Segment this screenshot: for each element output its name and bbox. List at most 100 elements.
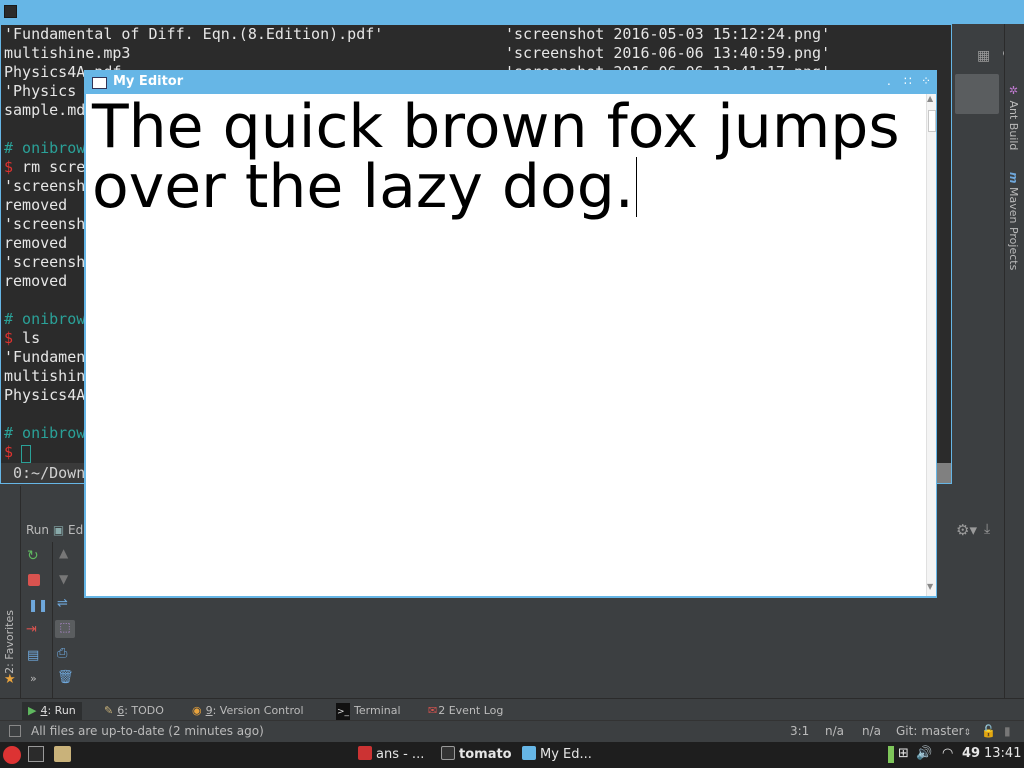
trash-icon[interactable]: 🗑 <box>57 670 74 685</box>
terminal-line: 'screensh <box>4 215 86 233</box>
line-separator-indicator[interactable]: n/a <box>825 724 844 738</box>
ide-selected-panel <box>955 74 999 114</box>
volume-level: 49 <box>962 746 981 761</box>
minimize-icon[interactable]: . <box>887 74 891 88</box>
terminal-line: 'screenshot 2016-06-06 13:40:59.png' <box>505 44 831 62</box>
close-icon[interactable]: ⁘ <box>921 74 931 88</box>
print-icon[interactable]: ⎙ <box>57 646 73 661</box>
my-editor-window[interactable]: My Editor . ∷ ⁘ The quick brown fox jump… <box>84 70 937 598</box>
network-tray-icon[interactable]: ⊞ <box>898 746 909 761</box>
scroll-end-icon[interactable]: ⬚ <box>55 620 75 638</box>
download-icon[interactable]: ⤓ <box>984 521 990 537</box>
run-panel-label: Run ▣ Ed <box>26 523 84 537</box>
pause-icon[interactable]: ❚❚ <box>28 598 48 612</box>
text-caret <box>635 157 637 217</box>
start-menu-icon[interactable] <box>3 746 21 764</box>
event-log-icon: ✉ <box>428 704 438 717</box>
structure-icon[interactable]: ▦ <box>977 48 990 64</box>
ide-right-lower <box>954 486 1004 698</box>
run-config-icon: ▣ <box>52 523 65 537</box>
task-ide[interactable]: ans - ... <box>358 745 424 765</box>
terminal-line: # onibrow <box>4 139 86 157</box>
layout-icon[interactable]: ▤ <box>27 648 43 663</box>
run-toolbar-secondary: ▲ ▼ ⇌ ⬚ ⎙ 🗑 <box>52 542 79 698</box>
tab-run[interactable]: ▶ 4: Run <box>22 702 82 720</box>
exit-icon[interactable]: ⇥ <box>26 622 42 637</box>
run-icon: ▶ <box>28 704 37 717</box>
lock-icon[interactable]: 🔓 <box>981 724 996 738</box>
run-toolbar-primary: ↻ ❚❚ ⇥ ▤ » <box>22 542 48 698</box>
task-terminal[interactable]: tomato <box>441 745 512 765</box>
terminal-line: multishine.mp3 <box>4 44 131 62</box>
rerun-icon[interactable]: ↻ <box>27 548 43 564</box>
intellij-icon <box>358 746 372 760</box>
up-arrow-icon[interactable]: ▲ <box>59 546 75 560</box>
down-arrow-icon[interactable]: ▼ <box>59 572 75 586</box>
terminal-task-icon <box>441 746 455 760</box>
ant-build-tab[interactable]: ✲ Ant Build <box>1007 84 1020 150</box>
star-icon: ★ <box>4 672 16 687</box>
maximize-icon[interactable]: ∷ <box>904 74 912 88</box>
encoding-indicator[interactable]: n/a <box>862 724 881 738</box>
file-manager-launcher-icon[interactable] <box>54 746 71 762</box>
battery-icon[interactable] <box>888 746 894 763</box>
terminal-line: Physics4A <box>4 386 86 404</box>
task-my-editor[interactable]: My Ed... <box>522 745 592 765</box>
terminal-line: 'Fundamen <box>4 348 86 366</box>
terminal-line: 'screenshot 2016-05-03 15:12:24.png' <box>505 25 831 43</box>
more-icon[interactable]: » <box>30 672 46 686</box>
stop-icon[interactable] <box>28 574 40 586</box>
tab-terminal[interactable]: >_ Terminal <box>336 702 401 721</box>
memory-indicator-icon[interactable]: ▮ <box>1004 724 1011 738</box>
volume-icon[interactable]: 🔊 <box>916 746 932 761</box>
wrap-icon[interactable]: ⇌ <box>57 596 73 611</box>
terminal-line: $ <box>4 443 13 462</box>
prompt-symbol: $ <box>4 329 14 347</box>
tmux-status-right <box>935 463 951 483</box>
editor-scrollbar[interactable]: ▲ ▼ <box>926 94 936 596</box>
terminal-launcher-icon[interactable] <box>28 746 44 762</box>
ant-icon: ✲ <box>1007 84 1020 97</box>
maven-projects-tab[interactable]: m Maven Projects <box>1007 172 1020 270</box>
chevron-updown-icon: ⇕ <box>963 728 972 738</box>
editor-task-icon <box>522 746 536 760</box>
scroll-down-icon[interactable]: ▼ <box>927 582 933 591</box>
gear-icon[interactable]: ⚙▾ <box>956 521 977 539</box>
todo-icon: ✎ <box>104 704 114 717</box>
right-tool-strip: ✲ Ant Build m Maven Projects <box>1004 24 1024 698</box>
clock[interactable]: 13:41 <box>984 746 1021 761</box>
terminal-line: # onibrow <box>4 310 86 328</box>
tab-version-control[interactable]: ◉ 9: Version Control <box>192 702 304 720</box>
scroll-up-icon[interactable]: ▲ <box>927 94 933 103</box>
taskbar <box>0 742 1024 768</box>
scrollbar-thumb[interactable] <box>928 110 936 132</box>
terminal-line: removed <box>4 272 68 290</box>
editor-title-bar[interactable]: My Editor . ∷ ⁘ <box>86 72 935 94</box>
vcs-icon: ◉ <box>192 704 202 717</box>
window-title: My Editor <box>113 74 184 89</box>
cursor-position[interactable]: 3:1 <box>790 724 809 738</box>
tab-event-log[interactable]: ✉2 Event Log <box>428 702 503 720</box>
editor-text-area[interactable]: The quick brown fox jumps over the lazy … <box>92 97 912 217</box>
tool-windows-toggle-icon[interactable] <box>9 725 21 737</box>
terminal-line: sample.md <box>4 101 86 119</box>
git-branch[interactable]: Git: master⇕ <box>896 724 971 738</box>
terminal-app-icon[interactable] <box>4 5 17 18</box>
terminal-cursor <box>21 445 31 463</box>
terminal-line: 'screensh <box>4 253 86 271</box>
prompt-symbol: $ <box>4 443 14 461</box>
terminal-line: 'Physics <box>4 82 77 100</box>
window-icon <box>92 77 107 89</box>
tab-todo[interactable]: ✎ 6: TODO <box>104 702 164 720</box>
wifi-icon[interactable]: ◠ <box>942 746 953 761</box>
terminal-line: $ ls <box>4 329 41 347</box>
terminal-line: multishin <box>4 367 86 385</box>
terminal-line: 'screensh <box>4 177 86 195</box>
terminal-line: $ rm scre <box>4 158 86 176</box>
terminal-line: # onibrow <box>4 424 86 442</box>
run-config-tab[interactable]: Ed <box>68 523 83 537</box>
prompt-symbol: $ <box>4 158 14 176</box>
status-message: All files are up-to-date (2 minutes ago) <box>31 724 264 738</box>
top-panel <box>0 0 1024 24</box>
favorites-tab[interactable]: 2: Favorites <box>3 610 16 674</box>
